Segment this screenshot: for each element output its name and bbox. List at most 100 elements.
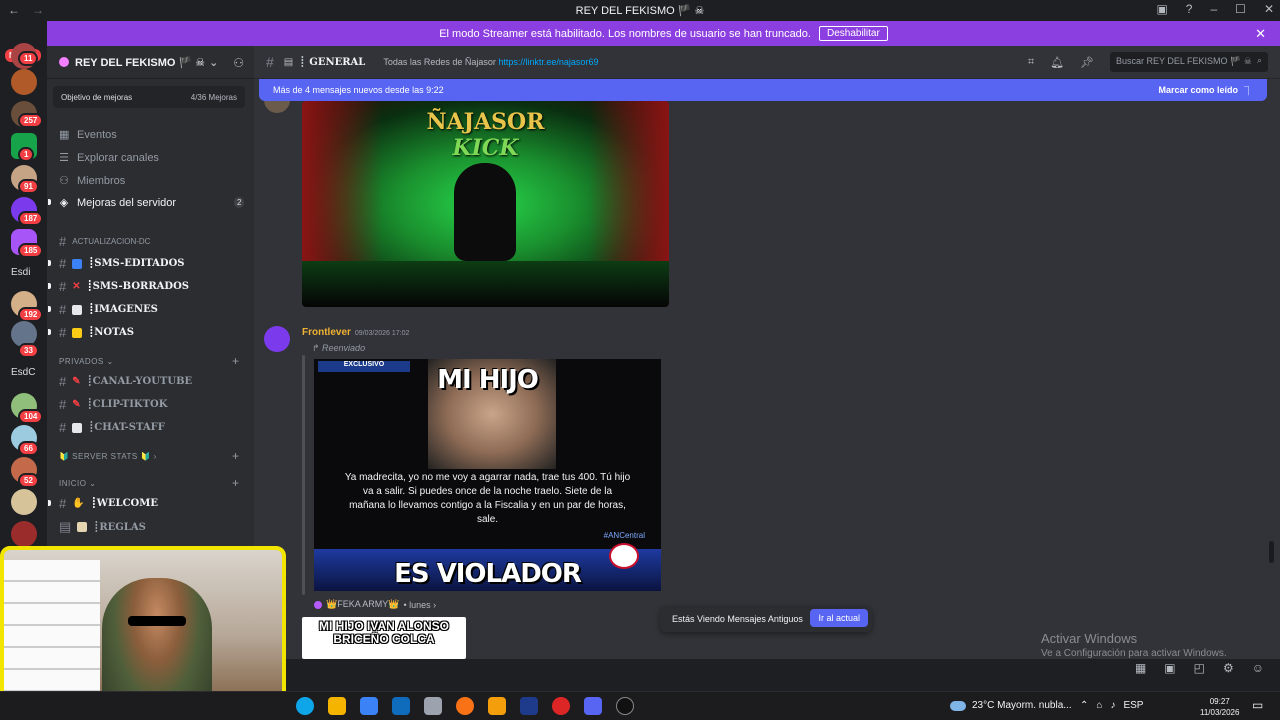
category-privados[interactable]: PRIVADOS ⌄ + <box>59 354 239 368</box>
search-input[interactable]: Buscar REY DEL FEKISMO 🏴 ☠ ⌕ <box>1110 52 1268 72</box>
close-banner-icon[interactable]: ✕ <box>1255 26 1266 42</box>
author-name[interactable]: Frontlever <box>302 327 351 338</box>
category-inicio[interactable]: INICIO ⌄ + <box>59 476 239 490</box>
channel-clip-tiktok[interactable]: # ✎ ┋CLIP-TIKTOK <box>59 397 167 412</box>
meme-top-text: MI HIJO <box>437 365 539 395</box>
edge-icon[interactable] <box>296 697 314 715</box>
channel-sms-borrados[interactable]: # ✕ ┋SMS-BORRADOS <box>59 279 189 294</box>
opera-icon[interactable] <box>552 697 570 715</box>
steam-icon[interactable] <box>520 697 538 715</box>
channel-name: ┋IMAGENES <box>88 304 158 315</box>
server-icon[interactable] <box>11 69 37 95</box>
server-name-header[interactable]: REY DEL FEKISMO 🏴 ☠ ⌄ ⚇ <box>47 46 254 79</box>
pin-icon[interactable]: 📌︎ <box>1080 56 1094 69</box>
topic-link[interactable]: https://linktr.ee/najasor69 <box>498 57 598 67</box>
nav-label: Mejoras del servidor <box>77 196 177 209</box>
minimize-icon[interactable]: – <box>1210 2 1217 16</box>
bell-icon[interactable]: 🔔︎ <box>1050 56 1064 69</box>
new-messages-bar[interactable]: Más de 4 mensajes nuevos desde las 9:22 … <box>259 79 1267 101</box>
store-icon[interactable] <box>360 697 378 715</box>
x-icon: ✕ <box>72 281 81 292</box>
mark-as-read-button[interactable]: Marcar como leído <box>1158 85 1238 95</box>
help-icon[interactable]: ? <box>1186 2 1193 16</box>
channel-welcome[interactable]: # ✋ ┋WELCOME <box>59 496 158 511</box>
message-image-meme[interactable]: EXCLUSIVO MI HIJO Ya madrecita, yo no me… <box>314 359 661 591</box>
file-explorer-icon[interactable] <box>328 697 346 715</box>
close-icon[interactable]: ✕ <box>1264 2 1274 16</box>
firefox-icon[interactable] <box>456 697 474 715</box>
channels-icon: ☰ <box>59 152 69 164</box>
clock[interactable]: 09:27 11/03/2026 <box>1200 696 1239 718</box>
language-indicator[interactable]: ESP <box>1123 700 1143 711</box>
nav-events[interactable]: ▦ Eventos <box>59 128 117 142</box>
note-icon <box>72 304 83 315</box>
channel-chat-staff[interactable]: # ┋CHAT-STAFF <box>59 420 165 435</box>
discord-icon[interactable] <box>584 697 602 715</box>
jump-to-present-button[interactable]: Ir al actual <box>810 609 868 627</box>
category-label: 🔰 SERVER STATS 🔰 › <box>59 452 157 461</box>
activation-title: Activar Windows <box>1041 631 1138 646</box>
scrollbar[interactable] <box>1269 541 1274 563</box>
message-author[interactable]: Frontlever 09/03/2026 17:02 <box>302 327 409 338</box>
server-abbrev[interactable]: Esdi <box>11 267 30 278</box>
disable-button[interactable]: Deshabilitar <box>818 26 888 41</box>
image-caption: MI HIJO IVAN ALONSO BRICEÑO COLCA <box>318 619 449 646</box>
volume-icon[interactable]: ♪ <box>1110 700 1115 711</box>
search-icon: ⌕ <box>1256 55 1262 65</box>
inbox-icon[interactable]: ▣ <box>1156 2 1167 16</box>
channel-name: ┋REGLAS <box>93 521 146 533</box>
chevron-up-icon[interactable]: ⌃ <box>1080 700 1088 711</box>
add-channel-icon[interactable]: + <box>232 354 240 368</box>
nav-members[interactable]: ⚇ Miembros <box>59 174 125 188</box>
clock-time: 09:27 <box>1209 697 1230 706</box>
channel-title: GENERAL <box>309 56 366 68</box>
pin-icon: ✎ <box>72 376 81 387</box>
unread-indicator <box>48 306 51 312</box>
forwarded-label: ↱ Reenviado <box>312 343 366 353</box>
avatar[interactable] <box>264 326 290 352</box>
app-icon[interactable] <box>424 697 442 715</box>
boost-goal[interactable]: Objetivo de mejoras 4/36 Mejoras <box>53 86 245 108</box>
notification-icon[interactable]: ▭ <box>1252 698 1263 712</box>
message-image-najasor-kick[interactable]: ÑAJASOR KICK <box>302 101 669 307</box>
channel-notas[interactable]: # ┋NOTAS <box>59 325 134 340</box>
hash-icon: # <box>59 302 67 317</box>
nav-server-boosts[interactable]: ◈ Mejoras del servidor 2 <box>59 196 245 209</box>
old-messages-text: Estás Viendo Mensajes Antiguos <box>672 614 803 624</box>
channel-reglas[interactable]: ▤ ┋REGLAS <box>59 519 146 535</box>
channel-sms-editados[interactable]: # ┋SMS-EDITADOS <box>59 256 185 271</box>
vlc-icon[interactable] <box>488 697 506 715</box>
network-icon[interactable]: ⌂ <box>1096 700 1102 711</box>
message-timestamp: 09/03/2026 17:02 <box>354 330 410 337</box>
apps-icon[interactable]: ⚙ <box>1223 661 1234 675</box>
server-abbrev[interactable]: EsdC <box>11 367 35 378</box>
threads-icon[interactable]: ⌗ <box>1028 56 1034 69</box>
pin-icon: ✎ <box>72 399 81 410</box>
category-server-stats[interactable]: 🔰 SERVER STATS 🔰 › + <box>59 449 239 463</box>
message-image-caption[interactable]: MI HIJO IVAN ALONSO BRICEÑO COLCA <box>302 617 466 659</box>
channel-imagenes[interactable]: # ┋IMAGENES <box>59 302 158 317</box>
note-icon <box>72 422 83 433</box>
meme-bottom-text: ES VIOLADOR <box>394 559 582 589</box>
channel-name: ┋SMS-BORRADOS <box>86 281 190 292</box>
server-icon[interactable] <box>11 489 37 515</box>
channel-actualizacion[interactable]: # ACTUALIZACION-DC <box>59 234 150 249</box>
reply-reference[interactable]: 👑FEKA ARMY👑 • lunes › <box>314 599 436 610</box>
unread-badge: 185 <box>18 243 44 258</box>
nav-browse-channels[interactable]: ☰ Explorar canales <box>59 151 159 165</box>
maximize-icon[interactable]: ☐ <box>1235 2 1246 16</box>
weather-widget[interactable]: 23°C Mayorm. nubla... <box>950 700 1072 711</box>
add-channel-icon[interactable]: + <box>232 476 240 490</box>
gif-icon[interactable]: ▣ <box>1164 661 1175 675</box>
channel-canal-youtube[interactable]: # ✎ ┋CANAL-YOUTUBE <box>59 374 192 389</box>
invite-people-icon[interactable]: ⚇ <box>233 56 244 70</box>
unread-badge: 187 <box>18 211 44 226</box>
sticker-icon[interactable]: ◰ <box>1194 661 1205 675</box>
gift-icon[interactable]: ▦ <box>1135 661 1146 675</box>
server-icon[interactable] <box>11 521 37 547</box>
unread-indicator <box>48 260 51 266</box>
add-channel-icon[interactable]: + <box>232 449 240 463</box>
emoji-icon[interactable]: ☺ <box>1252 661 1264 675</box>
obs-icon[interactable] <box>616 697 634 715</box>
outlook-icon[interactable] <box>392 697 410 715</box>
